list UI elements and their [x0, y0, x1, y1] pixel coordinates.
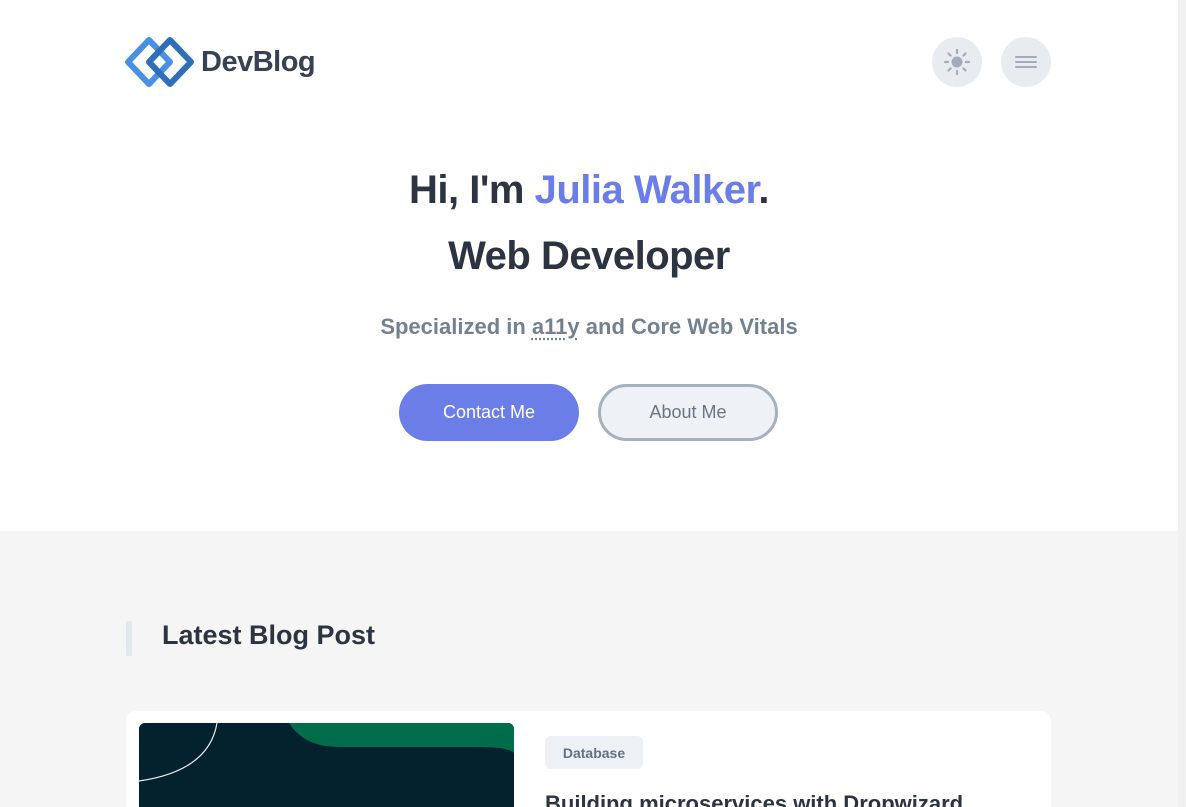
blog-post-card[interactable]: Database Building microservices with Dro… [126, 711, 1051, 807]
menu-icon [1015, 56, 1037, 68]
logo-text: DevBlog [201, 45, 316, 78]
logo-link[interactable]: DevBlog [125, 37, 316, 87]
scrollbar[interactable] [1178, 0, 1186, 807]
hero-subtitle-prefix: Specialized in [380, 314, 532, 339]
hero-greeting-suffix: . [758, 168, 769, 212]
logo-icon [125, 37, 194, 87]
hero-greeting: Hi, I'm Julia Walker. [0, 168, 1178, 213]
sun-icon [943, 48, 971, 76]
hero-subtitle-abbr: a11y [531, 314, 580, 339]
contact-me-button[interactable]: Contact Me [399, 384, 579, 441]
section-accent-bar [126, 621, 132, 656]
thumbnail-artwork [139, 723, 514, 782]
theme-toggle-button[interactable] [932, 37, 982, 87]
about-me-button[interactable]: About Me [598, 384, 778, 441]
hero-name: Julia Walker [534, 168, 759, 212]
section-title: Latest Blog Post [162, 620, 376, 650]
post-category-badge[interactable]: Database [545, 736, 643, 769]
blog-post-thumbnail[interactable] [139, 723, 514, 807]
hero-role: Web Developer [448, 234, 730, 278]
hero-greeting-prefix: Hi, I'm [409, 168, 535, 212]
hero-subtitle: Specialized in a11y and Core Web Vitals [0, 314, 1178, 340]
post-title-link[interactable]: Building microservices with Dropwizard [545, 791, 963, 807]
hero-subtitle-suffix: and Core Web Vitals [579, 314, 798, 339]
menu-button[interactable] [1001, 37, 1051, 87]
